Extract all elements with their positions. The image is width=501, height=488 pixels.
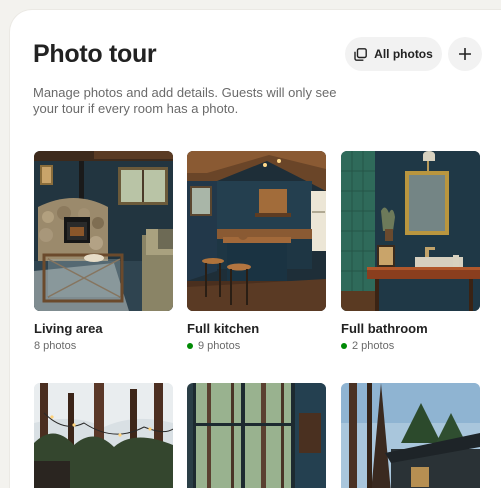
room-name: Living area <box>34 321 103 336</box>
full-bathroom-photo <box>341 151 480 311</box>
living-area-photo <box>34 151 173 311</box>
full-kitchen-photo <box>187 151 326 311</box>
room-photo-count: 2 photos <box>341 340 394 352</box>
room-card-full-bathroom[interactable]: Full bathroom 2 photos <box>341 151 480 352</box>
stack-icon <box>354 47 368 61</box>
add-room-button[interactable] <box>448 37 482 71</box>
room-name: Full kitchen <box>187 321 260 336</box>
all-photos-button[interactable]: All photos <box>345 37 442 71</box>
plus-icon <box>459 48 471 60</box>
all-photos-label: All photos <box>374 47 433 61</box>
room-photo-cabin-exterior[interactable] <box>341 383 480 488</box>
room-name: Full bathroom <box>341 321 428 336</box>
page-description: Manage photos and add details. Guests wi… <box>33 85 337 116</box>
photo-tour-panel: Photo tour All photos Manage photos and … <box>10 10 501 488</box>
page-title: Photo tour <box>33 40 157 68</box>
room-card-living-area[interactable]: Living area 8 photos <box>34 151 173 352</box>
room-photo-glass-door[interactable] <box>187 383 326 488</box>
room-photo-count: 9 photos <box>187 340 240 352</box>
room-photo-forest-deck[interactable] <box>34 383 173 488</box>
status-dot-icon <box>341 343 347 349</box>
status-dot-icon <box>187 343 193 349</box>
room-card-full-kitchen[interactable]: Full kitchen 9 photos <box>187 151 326 352</box>
room-photo-count: 8 photos <box>34 340 77 352</box>
